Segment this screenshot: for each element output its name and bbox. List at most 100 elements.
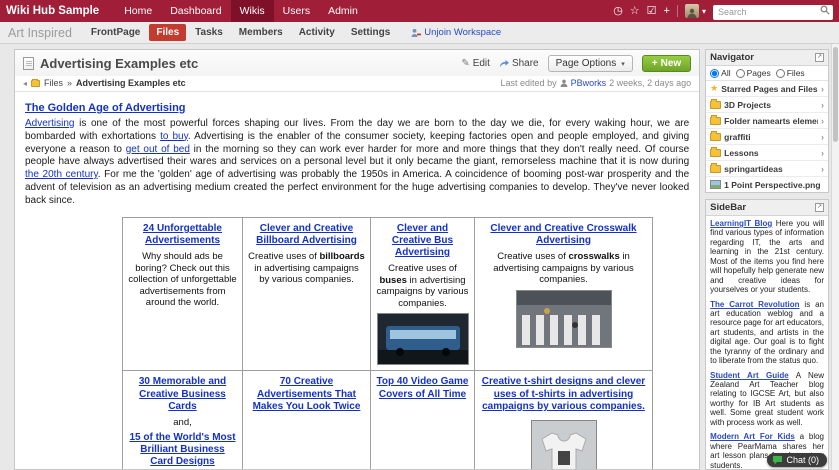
- new-button[interactable]: + New: [642, 55, 691, 72]
- popout-icon[interactable]: ↗: [815, 203, 824, 212]
- popout-icon[interactable]: ↗: [815, 53, 824, 62]
- inline-link-get-out-of-bed[interactable]: get out of bed: [126, 144, 190, 155]
- cell-title-link[interactable]: Top 40 Video Game Covers of All Time: [376, 376, 469, 400]
- cell-title-link[interactable]: Clever and Creative Crosswalk Advertisin…: [480, 223, 647, 247]
- tab-tasks[interactable]: Tasks: [188, 24, 230, 41]
- unjoin-icon: [411, 28, 421, 38]
- filter-files[interactable]: Files: [776, 68, 805, 78]
- last-edited-time: 2 weeks, 2 days ago: [609, 78, 691, 88]
- share-button[interactable]: Share: [499, 58, 539, 69]
- cell-unforgettable-ads: 24 Unforgettable Advertisements Why shou…: [123, 217, 243, 371]
- cell-crosswalk-ads: Clever and Creative Crosswalk Advertisin…: [475, 217, 653, 371]
- tab-settings[interactable]: Settings: [344, 24, 397, 41]
- navigator-item-folder[interactable]: Folder namearts element... ›: [706, 113, 828, 129]
- nav-wikis[interactable]: Wikis: [231, 0, 274, 22]
- screen: Wiki Hub Sample Home Dashboard Wikis Use…: [0, 0, 839, 470]
- breadcrumb-separator: »: [67, 78, 72, 88]
- workspace-tabs: FrontPage Files Tasks Members Activity S…: [84, 24, 397, 41]
- nav-admin[interactable]: Admin: [319, 0, 367, 22]
- filter-pages[interactable]: Pages: [736, 68, 771, 78]
- page-options-button[interactable]: Page Options ▾: [548, 55, 633, 72]
- image-file-icon: [710, 180, 721, 189]
- chevron-right-icon: ›: [821, 164, 824, 174]
- chevron-down-icon: ▾: [621, 60, 625, 68]
- search-box: [713, 2, 833, 20]
- filter-all[interactable]: All: [710, 68, 730, 78]
- search-input[interactable]: [713, 5, 833, 20]
- scrollbar[interactable]: [831, 44, 839, 470]
- navigator-item-folder[interactable]: Lessons ›: [706, 145, 828, 161]
- cell-business-cards: 30 Memorable and Creative Business Cards…: [123, 371, 243, 469]
- navigator-item-file[interactable]: 1 Point Perspective.png: [706, 177, 828, 192]
- tshirt-photo-image[interactable]: [531, 420, 597, 469]
- inline-link-advertising[interactable]: Advertising: [25, 118, 74, 129]
- navigator-item-label: Starred Pages and Files: [721, 84, 818, 94]
- sidebar-title: SideBar: [710, 202, 746, 213]
- sidebar-entry: LearningIT Blog Here you will find vario…: [710, 219, 824, 295]
- navigator-item-starred[interactable]: ★ Starred Pages and Files ›: [706, 81, 828, 97]
- chat-label: Chat (0): [786, 455, 819, 465]
- sidebar-entry-link[interactable]: Modern Art For Kids: [710, 432, 795, 441]
- app-brand[interactable]: Wiki Hub Sample: [6, 5, 99, 17]
- share-label: Share: [512, 58, 539, 69]
- chat-button[interactable]: Chat (0): [767, 453, 827, 467]
- person-icon: [687, 8, 697, 18]
- cell-title-link[interactable]: 70 Creative Advertisements That Makes Yo…: [248, 376, 365, 413]
- filter-pages-radio[interactable]: [736, 69, 745, 78]
- navigator-item-label: 3D Projects: [724, 100, 818, 110]
- nav-dashboard[interactable]: Dashboard: [161, 0, 230, 22]
- unjoin-workspace-link[interactable]: Unjoin Workspace: [411, 27, 501, 38]
- inline-link-to-buy[interactable]: to buy: [160, 131, 188, 142]
- cell-title-link[interactable]: Creative t-shirt designs and clever uses…: [480, 376, 647, 413]
- sidebar-entry-link[interactable]: Student Art Guide: [710, 371, 789, 380]
- filter-files-radio[interactable]: [776, 69, 785, 78]
- star-icon[interactable]: ☆: [630, 6, 640, 17]
- divider: [677, 5, 678, 17]
- examples-table: 24 Unforgettable Advertisements Why shou…: [122, 217, 653, 469]
- filter-label: Pages: [747, 68, 771, 78]
- cell-title-link[interactable]: Clever and Creative Billboard Advertisin…: [248, 223, 365, 247]
- cell-title-link[interactable]: 30 Memorable and Creative Business Cards: [128, 376, 237, 413]
- crosswalk-photo-image[interactable]: [516, 290, 612, 348]
- last-edited-user-link[interactable]: PBworks: [571, 78, 607, 88]
- nav-home[interactable]: Home: [115, 0, 161, 22]
- folder-icon: [710, 165, 721, 173]
- tasks-icon[interactable]: ☑: [647, 6, 657, 17]
- edit-button[interactable]: ✎ Edit: [461, 58, 490, 69]
- back-icon[interactable]: ◂: [23, 79, 27, 88]
- tab-members[interactable]: Members: [232, 24, 290, 41]
- cell-title-link[interactable]: Clever and Creative Bus Advertising: [376, 223, 469, 260]
- folder-icon: [710, 149, 721, 157]
- scrollbar-thumb[interactable]: [833, 47, 838, 142]
- navigator-item-folder[interactable]: 3D Projects ›: [706, 97, 828, 113]
- breadcrumb-files-link[interactable]: Files: [44, 78, 63, 88]
- tab-activity[interactable]: Activity: [292, 24, 342, 41]
- navigator-item-folder[interactable]: springartideas ›: [706, 161, 828, 177]
- recent-icon[interactable]: ◷: [613, 6, 623, 17]
- last-edited: Last edited by PBworks 2 weeks, 2 days a…: [501, 78, 692, 88]
- cell-title-link[interactable]: 15 of the World's Most Brilliant Busines…: [128, 432, 237, 469]
- share-icon: [499, 59, 509, 68]
- navigator-item-folder[interactable]: graffiti ›: [706, 129, 828, 145]
- filter-all-radio[interactable]: [710, 69, 719, 78]
- folder-icon: [710, 101, 721, 109]
- user-menu[interactable]: ▾: [685, 4, 706, 18]
- navigator-item-label: Folder namearts element...: [724, 116, 818, 126]
- article-heading-link[interactable]: The Golden Age of Advertising: [25, 102, 186, 114]
- inline-link-20th-century[interactable]: the 20th century: [25, 169, 98, 180]
- create-icon[interactable]: +: [664, 6, 670, 17]
- cell-description: Creative uses of buses in advertising ca…: [376, 263, 469, 309]
- page-icon: [23, 57, 34, 70]
- sidebar-entry-link[interactable]: The Carrot Revolution: [710, 300, 799, 309]
- article: The Golden Age of Advertising Advertisin…: [15, 92, 699, 469]
- cell-title-link[interactable]: 24 Unforgettable Advertisements: [128, 223, 237, 247]
- nav-users[interactable]: Users: [274, 0, 319, 22]
- breadcrumb-current: Advertising Examples etc: [76, 78, 186, 88]
- tab-frontpage[interactable]: FrontPage: [84, 24, 147, 41]
- page-header: Advertising Examples etc ✎ Edit Share Pa…: [15, 50, 699, 76]
- navigator-item-label: springartideas: [724, 164, 818, 174]
- table-row: 30 Memorable and Creative Business Cards…: [123, 371, 653, 469]
- tab-files[interactable]: Files: [149, 24, 186, 41]
- bus-photo-image[interactable]: [377, 313, 469, 365]
- sidebar-entry-link[interactable]: LearningIT Blog: [710, 219, 772, 228]
